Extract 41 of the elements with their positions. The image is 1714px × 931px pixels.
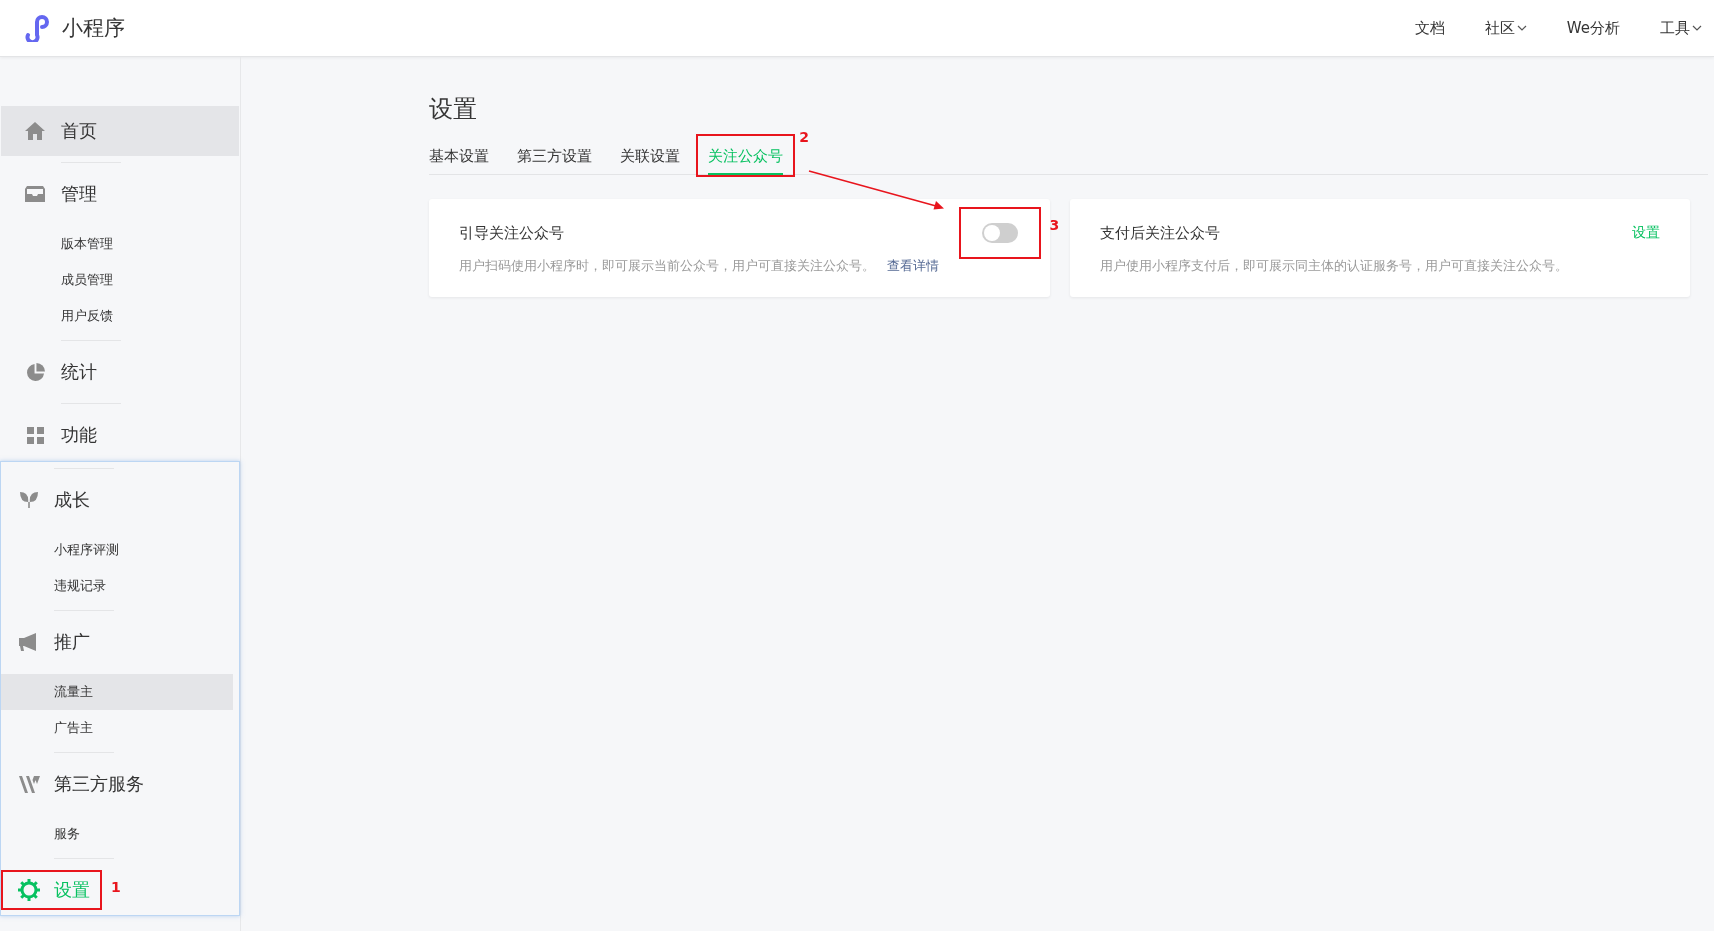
tab[interactable]: 第三方设置 (517, 147, 592, 175)
sidebar-section[interactable]: 功能 (1, 410, 239, 460)
sidebar-item[interactable]: 流量主 (1, 674, 233, 710)
sidebar-section[interactable]: 推广 (1, 617, 239, 667)
callout-number: 1 (111, 879, 121, 895)
toggle-switch[interactable] (981, 223, 1018, 243)
sidebar-item[interactable]: 成员管理 (1, 262, 233, 298)
logo-text: 小程序 (62, 15, 125, 42)
sidebar-item[interactable]: 用户反馈 (1, 298, 233, 334)
grid-icon (26, 426, 44, 444)
card-title: 引导关注公众号 (459, 223, 564, 243)
home-icon (25, 122, 45, 140)
megaphone-icon (19, 633, 39, 651)
tray-icon (25, 186, 45, 202)
details-link[interactable]: 查看详情 (887, 258, 939, 273)
nav-link[interactable]: We分析 (1566, 18, 1620, 38)
sidebar-section[interactable]: 第三方服务 (1, 759, 239, 809)
settings-icon (18, 879, 40, 901)
sidebar-section[interactable]: 管理 (1, 169, 239, 219)
sprout-icon (20, 492, 38, 508)
double-x-icon (18, 775, 40, 793)
sidebar-item[interactable]: 版本管理 (1, 226, 233, 262)
page-title: 设置 (429, 94, 478, 125)
sidebar-item[interactable]: 广告主 (1, 710, 233, 746)
tab[interactable]: 关联设置 (620, 147, 680, 175)
sidebar-item[interactable]: 违规记录 (1, 568, 233, 604)
callout-number: 2 (799, 129, 809, 145)
nav-link[interactable]: 工具 (1660, 18, 1702, 38)
card-description: 用户扫码使用小程序时，即可展示当前公众号，用户可直接关注公众号。 查看详情 (459, 257, 940, 275)
card-title: 支付后关注公众号 (1099, 223, 1220, 243)
card-description: 用户使用小程序支付后，即可展示同主体的认证服务号，用户可直接关注公众号。 (1099, 257, 1569, 275)
sidebar-section[interactable]: 统计 (1, 347, 239, 397)
sidebar-item[interactable]: 服务 (1, 816, 233, 852)
sidebar-item[interactable]: 小程序评测 (1, 532, 233, 568)
nav-link[interactable]: 社区 (1484, 18, 1527, 38)
tab[interactable]: 基本设置 (429, 147, 489, 175)
sidebar-section[interactable]: 成长 (1, 475, 239, 525)
pie-chart-icon (25, 362, 45, 382)
nav-link[interactable]: 文档 (1414, 18, 1445, 38)
callout-number: 3 (1049, 217, 1060, 233)
sidebar-section[interactable]: 首页 (1, 106, 239, 156)
